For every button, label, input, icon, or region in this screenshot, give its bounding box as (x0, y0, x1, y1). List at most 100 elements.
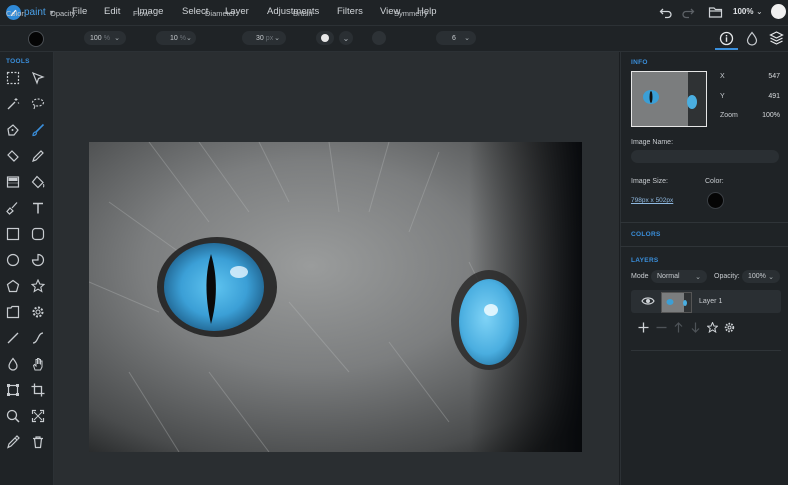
flow-value: 10 (170, 34, 178, 42)
fit-screen-icon[interactable] (28, 406, 48, 426)
undo-icon[interactable] (659, 5, 673, 21)
layers-section-title: LAYERS (631, 257, 659, 264)
lasso-icon[interactable] (28, 94, 48, 114)
remove-layer-icon[interactable] (654, 320, 668, 334)
info-section-title: INFO (631, 59, 648, 66)
line-icon[interactable] (3, 328, 23, 348)
canvas-image[interactable] (89, 142, 582, 452)
pen-icon[interactable] (3, 120, 23, 140)
y-label: Y (720, 93, 725, 100)
info-color-swatch[interactable] (707, 192, 724, 209)
zoom-level[interactable]: 100% (733, 7, 753, 16)
brush-dropdown[interactable]: ⌄ (339, 31, 353, 45)
brush-label: Brush (293, 9, 313, 18)
redo-icon[interactable] (681, 5, 695, 21)
zoom-label: Zoom (720, 112, 738, 119)
gradient-icon[interactable] (3, 172, 23, 192)
add-layer-icon[interactable] (636, 320, 650, 334)
chevron-down-icon: ⌄ (186, 35, 192, 42)
symmetry-value: 6 (452, 34, 456, 42)
drop-icon[interactable] (745, 31, 759, 48)
layer-name[interactable]: Layer 1 (699, 298, 722, 305)
cat-eyes-photo (89, 142, 582, 452)
folder-icon[interactable] (708, 5, 723, 21)
color-label: Color: (6, 9, 27, 18)
brush-tool-icon[interactable] (28, 120, 48, 140)
opacity-unit: % (103, 34, 110, 42)
eraser-icon[interactable] (3, 146, 23, 166)
pencil-icon[interactable] (28, 146, 48, 166)
blur-drop-icon[interactable] (3, 354, 23, 374)
image-size-label: Image Size: (631, 178, 668, 185)
move-layer-up-icon[interactable] (671, 320, 685, 334)
symmetry-label: Symmetry (394, 9, 428, 18)
app-name: paint (24, 7, 46, 18)
x-value: 547 (768, 73, 780, 80)
paint-bucket-icon[interactable] (28, 172, 48, 192)
ellipse-icon[interactable] (3, 250, 23, 270)
rectangle-icon[interactable] (3, 224, 23, 244)
symmetry-select[interactable]: 6 ⌄ (436, 31, 476, 45)
chevron-down-icon[interactable]: ⌄ (756, 7, 763, 16)
zoom-icon[interactable] (3, 406, 23, 426)
polygon-icon[interactable] (3, 276, 23, 296)
info-icon[interactable] (719, 31, 734, 48)
rounded-rectangle-icon[interactable] (28, 224, 48, 244)
diameter-label: Diameter: (205, 9, 238, 18)
zoom-value: 100% (762, 112, 780, 119)
layer-thumbnail-photo (662, 293, 691, 312)
brush-color-swatch[interactable] (28, 31, 44, 47)
chevron-down-icon: ⌄ (114, 35, 120, 42)
layer-settings-gear-icon[interactable] (722, 320, 736, 334)
hand-icon[interactable] (28, 354, 48, 374)
avatar[interactable] (771, 4, 786, 19)
colors-section-title[interactable]: COLORS (631, 231, 661, 238)
layer-effects-star-icon[interactable] (705, 320, 719, 334)
tools-title: TOOLS (6, 58, 30, 65)
gear-shape-icon[interactable] (28, 302, 48, 322)
blend-mode-select[interactable]: Normal ⌄ (651, 270, 707, 283)
layer-opacity-label: Opacity: (714, 273, 740, 280)
divider (631, 350, 781, 351)
pointer-icon[interactable] (28, 68, 48, 88)
menu-filters[interactable]: Filters (337, 6, 363, 17)
flow-select[interactable]: 10% ⌄ (156, 31, 196, 45)
flow-label: Flow: (133, 9, 151, 18)
transform-icon[interactable] (3, 380, 23, 400)
curve-icon[interactable] (28, 328, 48, 348)
opacity-select[interactable]: 100% ⌄ (84, 31, 126, 45)
divider (620, 246, 788, 247)
layer-opacity-select[interactable]: 100% ⌄ (742, 270, 780, 283)
mode-label: Mode (631, 273, 649, 280)
menu-edit[interactable]: Edit (104, 6, 120, 17)
crop-icon[interactable] (28, 380, 48, 400)
layer-thumbnail (661, 292, 692, 313)
diameter-select[interactable]: 30 px ⌄ (242, 31, 286, 45)
diameter-unit: px (265, 34, 274, 42)
text-tool-icon[interactable] (28, 198, 48, 218)
clone-stamp-icon[interactable] (3, 198, 23, 218)
eyedropper-icon[interactable] (3, 432, 23, 452)
thumbnail-photo (632, 72, 706, 126)
star-icon[interactable] (28, 276, 48, 296)
layer-opacity-value: 100% (748, 273, 766, 280)
eye-icon[interactable] (641, 295, 655, 309)
chevron-down-icon: ⌄ (342, 33, 350, 43)
chevron-down-icon: ⌄ (768, 273, 774, 281)
active-tab-indicator (715, 48, 738, 50)
layers-icon[interactable] (769, 30, 784, 48)
image-name-input[interactable] (631, 150, 779, 163)
chevron-down-icon: ⌄ (464, 35, 470, 42)
image-name-label: Image Name: (631, 139, 674, 146)
image-thumbnail (631, 71, 707, 127)
marquee-select-icon[interactable] (3, 68, 23, 88)
image-size-link[interactable]: 798px x 502px (631, 197, 673, 204)
custom-shape-icon[interactable] (3, 302, 23, 322)
magic-wand-icon[interactable] (3, 94, 23, 114)
brush-preview[interactable] (316, 31, 334, 45)
trash-icon[interactable] (28, 432, 48, 452)
diameter-value: 30 (256, 34, 264, 42)
move-layer-down-icon[interactable] (688, 320, 702, 334)
pie-shape-icon[interactable] (28, 250, 48, 270)
symmetry-toggle[interactable] (372, 31, 386, 45)
